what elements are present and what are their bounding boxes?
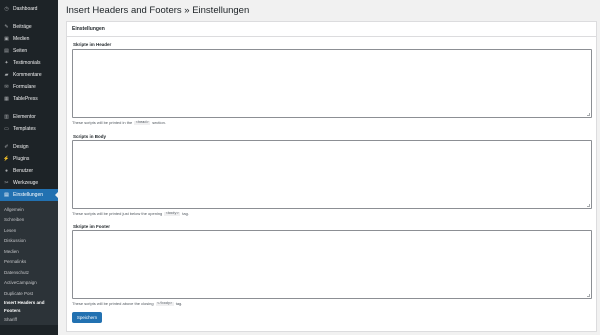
sidebar-item-label: TablePress	[13, 96, 38, 102]
code-tag: <body>	[164, 211, 181, 216]
tools-icon: ✂	[4, 180, 9, 186]
admin-sidebar: ◷ Dashboard ✎ Beiträge ▣ Medien ▤ Seiten ✦ Testim…	[0, 0, 58, 335]
sidebar-item-einstellungen[interactable]: ▤ Einstellungen	[0, 189, 58, 201]
sidebar-item-label: Werkzeuge	[13, 180, 39, 186]
sidebar-item-label: Kommentare	[13, 72, 42, 78]
templates-icon: ▭	[4, 126, 9, 132]
footer-scripts-description: These scripts will be printed above the …	[72, 301, 182, 306]
sidebar-item-label: Medien	[13, 36, 30, 42]
header-scripts-description: These scripts will be printed in the <he…	[72, 120, 166, 125]
sidebar-item-dashboard[interactable]: ◷ Dashboard	[0, 3, 58, 15]
description-text: These scripts will be printed just below…	[72, 211, 163, 216]
sidebar-item-label: Beiträge	[13, 24, 32, 30]
sidebar-item-label: Formulare	[13, 84, 36, 90]
elementor-icon: ▥	[4, 114, 9, 120]
sidebar-item-label: Benutzer	[13, 168, 34, 174]
sidebar-item-label: Dashboard	[13, 6, 38, 12]
save-button[interactable]: Speichern	[72, 312, 102, 323]
sidebar-item-label: Testimonials	[13, 60, 41, 66]
resize-grip-icon[interactable]	[587, 204, 590, 207]
footer-scripts-textarea[interactable]	[72, 230, 592, 299]
description-text: section.	[152, 120, 166, 125]
sidebar-item-werkzeuge[interactable]: ✂ Werkzeuge	[0, 177, 58, 189]
pages-icon: ▤	[4, 48, 9, 54]
sidebar-item-label: Design	[13, 144, 29, 150]
forms-icon: ✉	[4, 84, 9, 90]
submenu-item[interactable]: Medien	[0, 246, 58, 257]
submenu-item[interactable]: Footers	[0, 306, 58, 315]
design-icon: ✐	[4, 144, 9, 150]
pin-icon: ✎	[4, 24, 9, 30]
comments-icon: ▰	[4, 72, 9, 78]
description-text: These scripts will be printed above the …	[72, 301, 154, 306]
sidebar-item-beitr-ge[interactable]: ✎ Beiträge	[0, 21, 58, 33]
sidebar-item-kommentare[interactable]: ▰ Kommentare	[0, 69, 58, 81]
sidebar-item-plugins[interactable]: ⚡ Plugins	[0, 153, 58, 165]
settings-icon: ▤	[4, 192, 9, 198]
body-scripts-description: These scripts will be printed just below…	[72, 211, 189, 216]
sidebar-item-formulare[interactable]: ✉ Formulare	[0, 81, 58, 93]
submenu-item[interactable]: ActiveCampaign	[0, 278, 58, 289]
settings-panel: Einstellungen Skripte im Header These sc…	[66, 21, 597, 332]
description-text: These scripts will be printed in the	[72, 120, 133, 125]
sidebar-item-label: Seiten	[13, 48, 28, 54]
code-tag: </body>	[155, 301, 174, 306]
footer-scripts-label: Skripte im Footer	[73, 224, 111, 229]
submenu-item[interactable]: Shariff	[0, 315, 58, 326]
submenu-item[interactable]: Insert Headers and	[0, 299, 58, 306]
panel-title: Einstellungen	[67, 22, 596, 37]
testimonials-icon: ✦	[4, 60, 9, 66]
sidebar-item-label: Templates	[13, 126, 36, 132]
submenu-item[interactable]: Duplicate Post	[0, 288, 58, 299]
admin-menu: ◷ Dashboard ✎ Beiträge ▣ Medien ▤ Seiten ✦ Testim…	[0, 0, 58, 325]
sidebar-item-elementor[interactable]: ▥ Elementor	[0, 111, 58, 123]
header-scripts-label: Skripte im Header	[73, 42, 112, 47]
body-scripts-textarea[interactable]	[72, 140, 592, 209]
sidebar-item-templates[interactable]: ▭ Templates	[0, 123, 58, 135]
code-tag: <head>	[134, 120, 151, 125]
plugins-icon: ⚡	[3, 156, 10, 162]
resize-grip-icon[interactable]	[587, 113, 590, 116]
submenu-item[interactable]: Lesen	[0, 225, 58, 236]
description-text: tag.	[175, 301, 183, 306]
sidebar-item-medien[interactable]: ▣ Medien	[0, 33, 58, 45]
submenu-item[interactable]: Schreiben	[0, 215, 58, 226]
media-icon: ▣	[4, 36, 9, 42]
submenu-item[interactable]: Datenschutz	[0, 267, 58, 278]
header-scripts-textarea[interactable]	[72, 49, 592, 118]
sidebar-item-benutzer[interactable]: ● Benutzer	[0, 165, 58, 177]
sidebar-item-design[interactable]: ✐ Design	[0, 141, 58, 153]
page-title: Insert Headers and Footers » Einstellung…	[66, 5, 250, 16]
settings-submenu: Allgemein Schreiben Lesen Diskussion Medien P…	[0, 201, 58, 325]
sidebar-item-tablepress[interactable]: ▦ TablePress	[0, 93, 58, 105]
description-text: tag.	[182, 211, 189, 216]
dashboard-icon: ◷	[4, 6, 9, 12]
sidebar-item-label: Plugins	[13, 156, 30, 162]
sidebar-item-seiten[interactable]: ▤ Seiten	[0, 45, 58, 57]
submenu-item[interactable]: Diskussion	[0, 236, 58, 247]
sidebar-item-label: Einstellungen	[13, 192, 44, 198]
body-scripts-label: Scripts in Body	[73, 134, 107, 139]
submenu-item[interactable]: Permalinks	[0, 257, 58, 268]
table-icon: ▦	[4, 96, 9, 102]
resize-grip-icon[interactable]	[587, 294, 590, 297]
submenu-item[interactable]: Allgemein	[0, 204, 58, 215]
sidebar-item-testimonials[interactable]: ✦ Testimonials	[0, 57, 58, 69]
sidebar-item-label: Elementor	[13, 114, 36, 120]
users-icon: ●	[4, 168, 9, 174]
